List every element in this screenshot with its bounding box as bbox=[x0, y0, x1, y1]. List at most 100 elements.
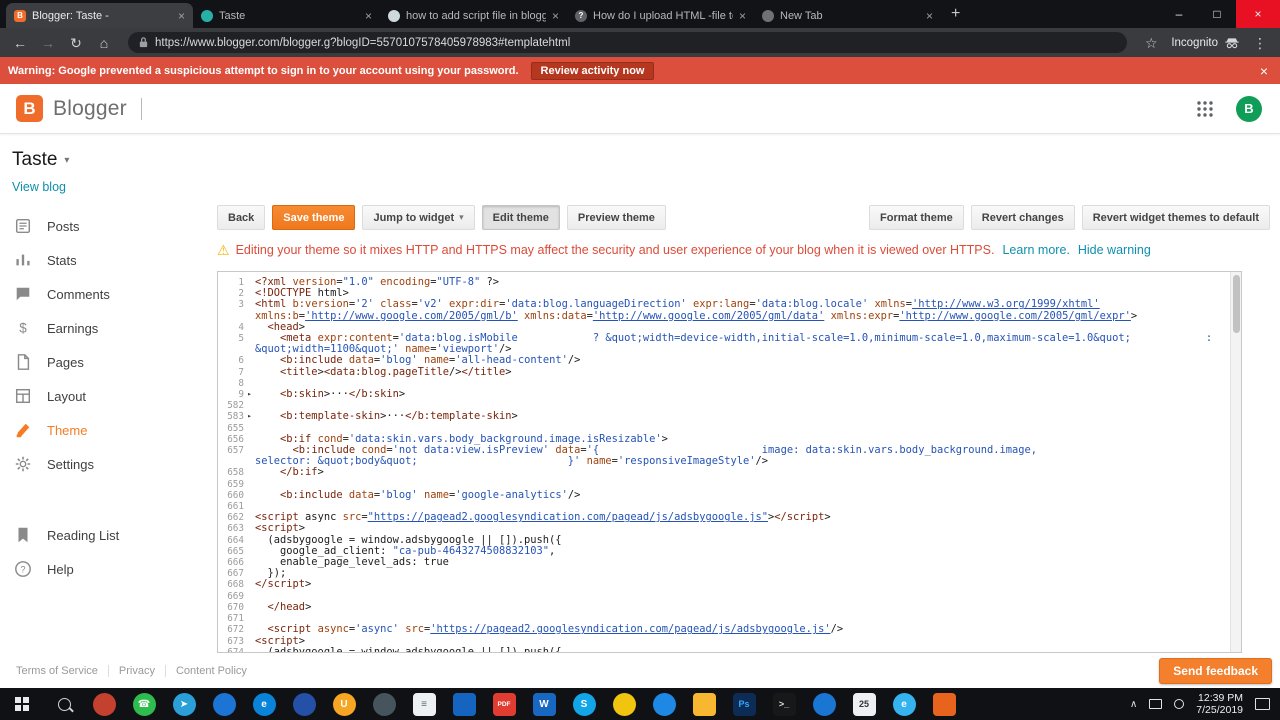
telegram-icon[interactable]: ➤ bbox=[164, 688, 204, 720]
fold-arrow-icon[interactable]: ▸ bbox=[244, 411, 255, 422]
tab-close-icon[interactable]: × bbox=[552, 10, 559, 22]
vscode-icon[interactable] bbox=[444, 688, 484, 720]
menu-dots-icon[interactable]: ⋮ bbox=[1248, 36, 1272, 50]
pdf-app-icon[interactable]: PDF bbox=[484, 688, 524, 720]
notifications-icon[interactable] bbox=[1255, 698, 1270, 710]
fold-arrow-icon[interactable]: ▸ bbox=[244, 389, 255, 400]
search-button[interactable] bbox=[44, 688, 84, 720]
blogger-logo-icon[interactable]: B bbox=[16, 95, 43, 122]
browser-tab-blogger-taste[interactable]: B Blogger: Taste - × bbox=[6, 3, 193, 28]
tab-close-icon[interactable]: × bbox=[926, 10, 933, 22]
blue-messenger-icon[interactable] bbox=[204, 688, 244, 720]
edge-browser-icon[interactable]: e bbox=[244, 688, 284, 720]
calendar-app-icon[interactable]: 25 bbox=[844, 688, 884, 720]
window-close-button[interactable]: × bbox=[1236, 0, 1280, 28]
taskbar-clock[interactable]: 12:39 PM 7/25/2019 bbox=[1196, 692, 1243, 717]
bookmark-star-icon[interactable]: ☆ bbox=[1139, 36, 1163, 50]
address-bar[interactable]: https://www.blogger.com/blogger.g?blogID… bbox=[128, 32, 1128, 53]
browser-tab-new-tab[interactable]: New Tab × bbox=[754, 3, 941, 28]
notepad-app-icon[interactable]: ≡ bbox=[404, 688, 444, 720]
view-blog-link[interactable]: View blog bbox=[12, 180, 66, 194]
sidebar-item-reading-list[interactable]: Reading List bbox=[12, 518, 212, 552]
code-line[interactable]: 9 ▸ <b:skin>···</b:skin> bbox=[218, 388, 1241, 400]
forward-icon[interactable]: → bbox=[36, 36, 60, 50]
whatsapp-icon[interactable]: ☎ bbox=[124, 688, 164, 720]
volume-icon[interactable] bbox=[1174, 699, 1185, 709]
compass-browser-icon[interactable] bbox=[644, 688, 684, 720]
banner-close-icon[interactable]: × bbox=[1260, 63, 1268, 79]
privacy-link[interactable]: Privacy bbox=[107, 665, 165, 677]
format-theme-button[interactable]: Format theme bbox=[869, 205, 964, 230]
code-line[interactable]: 657 <b:include cond='not data:view.isPre… bbox=[218, 444, 1241, 467]
tab-close-icon[interactable]: × bbox=[739, 10, 746, 22]
window-minimize-button[interactable]: – bbox=[1160, 0, 1198, 28]
content-policy-link[interactable]: Content Policy bbox=[164, 665, 257, 677]
code-line[interactable]: 668 </script> bbox=[218, 579, 1241, 591]
code-line[interactable]: 1 <?xml version="1.0" encoding="UTF-8" ?> bbox=[218, 276, 1241, 288]
code-line[interactable]: 674 (adsbygoogle = window.adsbygoogle ||… bbox=[218, 646, 1241, 652]
sidebar-item-layout[interactable]: Layout bbox=[12, 379, 212, 413]
save-theme-button[interactable]: Save theme bbox=[272, 205, 356, 230]
tab-close-icon[interactable]: × bbox=[178, 10, 185, 22]
code-editor[interactable]: 1 <?xml version="1.0" encoding="UTF-8" ?>… bbox=[217, 271, 1242, 653]
revert-widget-themes-to-default-button[interactable]: Revert widget themes to default bbox=[1081, 205, 1270, 230]
code-line[interactable]: 658 </b:if> bbox=[218, 467, 1241, 479]
word-app-icon[interactable]: W bbox=[524, 688, 564, 720]
revert-changes-button[interactable]: Revert changes bbox=[970, 205, 1075, 230]
code-line[interactable]: 672 <script async='async' src='https://p… bbox=[218, 624, 1241, 636]
apps-grid-icon[interactable] bbox=[1196, 100, 1214, 118]
dark-sphere-icon[interactable] bbox=[364, 688, 404, 720]
reload-icon[interactable]: ↻ bbox=[64, 36, 88, 50]
sphere-browser-icon[interactable] bbox=[84, 688, 124, 720]
code-line[interactable]: 669 bbox=[218, 591, 1241, 602]
sidebar-item-help[interactable]: ? Help bbox=[12, 552, 212, 586]
send-feedback-button[interactable]: Send feedback bbox=[1159, 658, 1272, 684]
code-line[interactable]: 583 ▸ <b:template-skin>···</b:template-sk… bbox=[218, 411, 1241, 423]
photoshop-icon[interactable]: Ps bbox=[724, 688, 764, 720]
sidebar-item-comments[interactable]: Comments bbox=[12, 277, 212, 311]
sidebar-item-pages[interactable]: Pages bbox=[12, 345, 212, 379]
account-avatar[interactable]: B bbox=[1236, 95, 1262, 122]
home-icon[interactable]: ⌂ bbox=[92, 36, 116, 50]
learn-more-link[interactable]: Learn more. bbox=[1002, 243, 1069, 257]
preview-theme-button[interactable]: Preview theme bbox=[566, 205, 666, 230]
terminal-icon[interactable]: >_ bbox=[764, 688, 804, 720]
blue-sphere-icon[interactable] bbox=[804, 688, 844, 720]
code-line[interactable]: 663 <script> bbox=[218, 523, 1241, 535]
edit-theme-button[interactable]: Edit theme bbox=[481, 205, 560, 230]
back-icon[interactable]: ← bbox=[8, 36, 32, 50]
start-button[interactable] bbox=[0, 688, 44, 720]
code-line[interactable]: 3 <html b:version='2' class='v2' expr:dir… bbox=[218, 299, 1241, 322]
browser-tab-taste[interactable]: Taste × bbox=[193, 3, 380, 28]
hide-warning-link[interactable]: Hide warning bbox=[1078, 243, 1151, 257]
browser-tab-how-do-i-upload-html-file-to-bl[interactable]: ? How do I upload HTML -file to Bl × bbox=[567, 3, 754, 28]
file-explorer-icon[interactable] bbox=[684, 688, 724, 720]
sidebar-item-stats[interactable]: Stats bbox=[12, 243, 212, 277]
back-button[interactable]: Back bbox=[217, 205, 266, 230]
code-line[interactable]: 5 <meta expr:content='data:blog.isMobile… bbox=[218, 332, 1241, 355]
tray-chevron-icon[interactable]: ∧ bbox=[1130, 699, 1137, 710]
network-icon[interactable] bbox=[1149, 699, 1163, 709]
code-line[interactable]: 666 enable_page_level_ads: true bbox=[218, 556, 1241, 568]
skype-icon[interactable]: S bbox=[564, 688, 604, 720]
globe-app-icon[interactable] bbox=[284, 688, 324, 720]
code-line[interactable]: 660 <b:include data='blog' name='google-… bbox=[218, 489, 1241, 501]
editor-scrollbar[interactable] bbox=[1230, 272, 1241, 652]
orange-app-icon[interactable] bbox=[924, 688, 964, 720]
ie-browser-icon[interactable]: e bbox=[884, 688, 924, 720]
scrollbar-thumb[interactable] bbox=[1233, 275, 1240, 333]
new-tab-button[interactable]: + bbox=[941, 5, 972, 28]
jump-to-widget-button[interactable]: Jump to widget ▾ bbox=[362, 205, 475, 230]
window-maximize-button[interactable]: □ bbox=[1198, 0, 1236, 28]
code-line[interactable]: 662 <script async src="https://pagead2.go… bbox=[218, 512, 1241, 524]
code-line[interactable]: 670 </head> bbox=[218, 601, 1241, 613]
yellow-sphere-icon[interactable] bbox=[604, 688, 644, 720]
terms-of-service-link[interactable]: Terms of Service bbox=[16, 665, 108, 677]
code-line[interactable]: 667 }); bbox=[218, 568, 1241, 580]
sidebar-item-settings[interactable]: Settings bbox=[12, 447, 212, 481]
code-line[interactable]: 7 <title><data:blog.pageTitle/></title> bbox=[218, 366, 1241, 378]
browser-tab-how-to-add-script-file-in-blogger[interactable]: how to add script file in blogger × bbox=[380, 3, 567, 28]
review-activity-button[interactable]: Review activity now bbox=[530, 61, 655, 80]
tab-close-icon[interactable]: × bbox=[365, 10, 372, 22]
sidebar-item-theme[interactable]: Theme bbox=[12, 413, 212, 447]
